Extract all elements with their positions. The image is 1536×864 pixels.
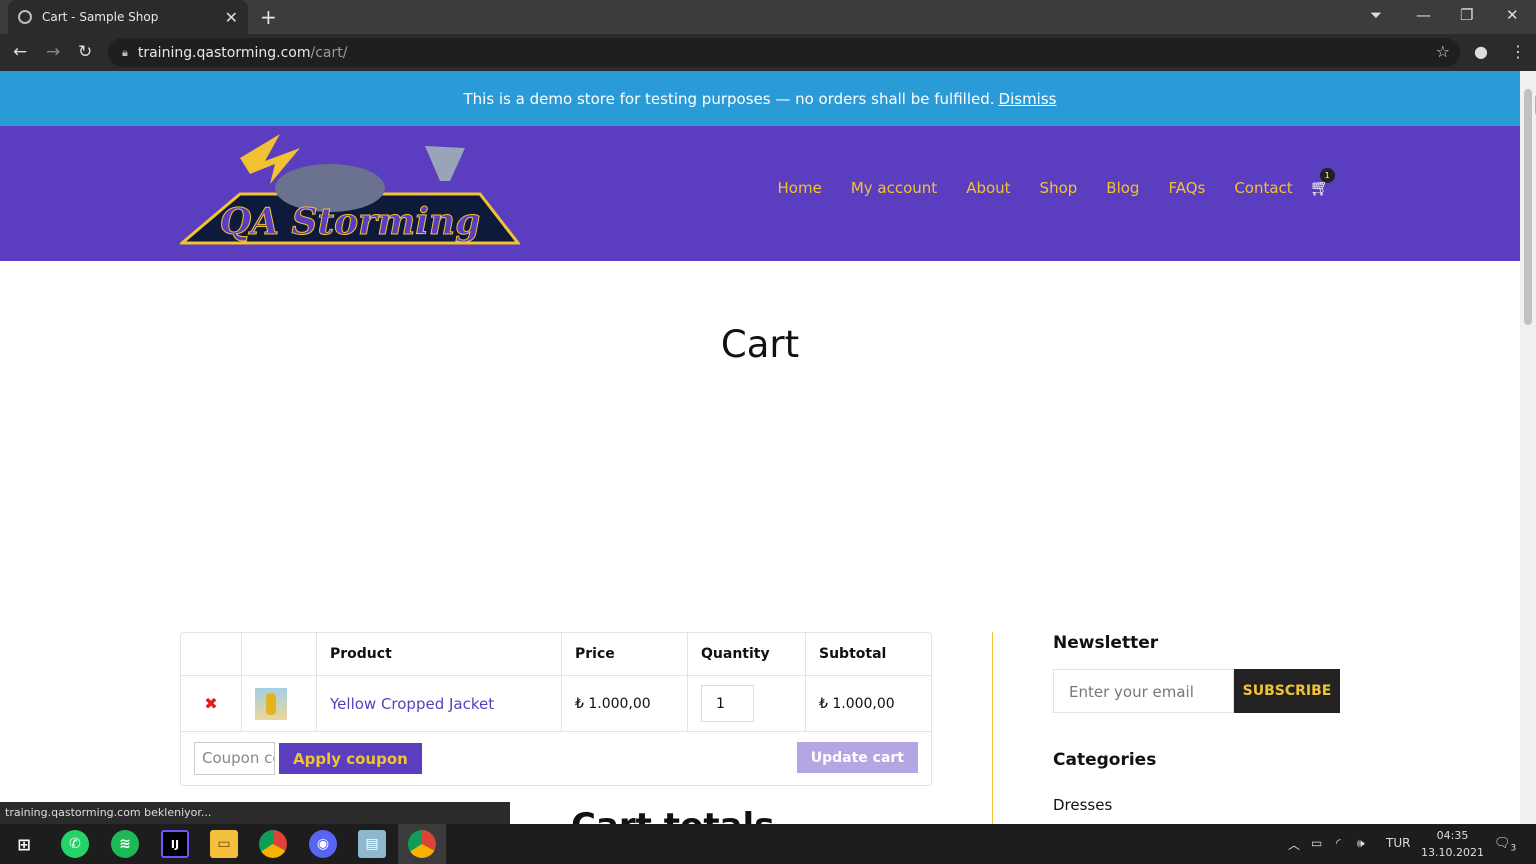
chrome-icon[interactable]: [259, 830, 287, 858]
bookmark-star-icon[interactable]: ☆: [1436, 42, 1450, 61]
categories-heading: Categories: [1053, 750, 1157, 770]
account-icon[interactable]: ●: [1474, 42, 1488, 61]
header-product: Product: [317, 633, 562, 675]
notice-text: This is a demo store for testing purpose…: [463, 89, 995, 108]
cart-table-header: Product Price Quantity Subtotal: [181, 633, 931, 676]
reload-icon[interactable]: ↻: [78, 42, 92, 62]
header-subtotal: Subtotal: [819, 646, 887, 662]
item-subtotal: ₺ 1.000,00: [819, 695, 895, 712]
windows-start-icon[interactable]: ⊞: [10, 830, 38, 858]
notification-count: 3: [1510, 843, 1517, 854]
page-viewport: This is a demo store for testing purpose…: [0, 71, 1520, 824]
forward-icon[interactable]: →: [46, 42, 60, 62]
nav-home[interactable]: Home: [778, 179, 822, 197]
update-cart-button[interactable]: Update cart: [796, 742, 918, 773]
clock-time: 04:35: [1436, 829, 1469, 842]
clock-date: 13.10.2021: [1421, 846, 1484, 859]
browser-tab-bar: Cart - Sample Shop ✕ + ⏷ — ❐ ✕: [0, 0, 1536, 34]
nav-shop[interactable]: Shop: [1040, 179, 1078, 197]
tab-title: Cart - Sample Shop: [42, 10, 159, 24]
back-icon[interactable]: ←: [13, 42, 27, 62]
nav-about[interactable]: About: [966, 179, 1010, 197]
newsletter-heading: Newsletter: [1053, 633, 1159, 653]
scrollbar-thumb[interactable]: [1524, 89, 1536, 325]
notification-center-icon[interactable]: 🗨︎3: [1494, 836, 1516, 854]
file-explorer-icon[interactable]: ▭: [210, 830, 238, 858]
nav-contact[interactable]: Contact: [1234, 179, 1292, 197]
header-price: Price: [562, 633, 688, 675]
page-title: Cart: [720, 323, 800, 366]
wifi-icon[interactable]: ◜: [1336, 836, 1341, 850]
demo-store-notice: This is a demo store for testing purpose…: [0, 71, 1520, 126]
table-row: ✖ Yellow Cropped Jacket ₺ 1.000,00 1 ₺ 1…: [181, 676, 931, 732]
cart-actions: Coupon code Apply coupon Update cart: [181, 732, 931, 785]
page-scrollbar[interactable]: [1520, 71, 1536, 824]
email-input[interactable]: Enter your email: [1053, 669, 1234, 713]
cart-table: Product Price Quantity Subtotal ✖ Yellow…: [180, 632, 932, 786]
discord-icon[interactable]: ◉: [309, 830, 337, 858]
header-quantity: Quantity: [688, 633, 806, 675]
logo-text: QA Storming: [220, 201, 481, 243]
site-header: QA Storming Home My account About Shop B…: [0, 126, 1520, 261]
restore-button[interactable]: ❐: [1460, 6, 1473, 24]
dismiss-link[interactable]: Dismiss: [999, 90, 1057, 108]
header-remove-cell: [181, 633, 242, 675]
nav-faqs[interactable]: FAQs: [1168, 179, 1205, 197]
nav-blog[interactable]: Blog: [1106, 179, 1139, 197]
header-thumbnail-cell: [242, 633, 317, 675]
sidebar-divider: [992, 632, 993, 824]
apply-coupon-button[interactable]: Apply coupon: [279, 743, 422, 774]
whatsapp-icon[interactable]: ✆: [61, 830, 89, 858]
minimize-button[interactable]: —: [1416, 6, 1431, 24]
clock[interactable]: 04:35 13.10.2021: [1421, 827, 1484, 861]
volume-icon[interactable]: 🕪︎: [1357, 836, 1365, 851]
chrome-active-icon[interactable]: [408, 830, 436, 858]
nav-my-account[interactable]: My account: [851, 179, 937, 197]
battery-icon[interactable]: ▭: [1311, 836, 1322, 850]
status-bar: training.qastorming.com bekleniyor...: [0, 802, 510, 824]
close-tab-icon[interactable]: ✕: [225, 8, 238, 27]
main-nav: Home My account About Shop Blog FAQs Con…: [778, 168, 1335, 197]
menu-kebab-icon[interactable]: ⋮: [1510, 42, 1526, 61]
address-bar-row: ← → ↻ 🔒︎ training.qastorming.com/cart/ ☆…: [0, 34, 1536, 71]
url-text: training.qastorming.com/cart/: [137, 44, 348, 61]
close-window-button[interactable]: ✕: [1506, 6, 1519, 24]
address-bar[interactable]: 🔒︎ training.qastorming.com/cart/ ☆: [108, 38, 1460, 67]
notes-app-icon[interactable]: ▤: [358, 830, 386, 858]
tray-chevron-icon[interactable]: ︿: [1288, 836, 1300, 853]
taskbar: ⊞ ✆ ≋ IJ ▭ ◉ ▤ ︿ ▭ ◜ 🕪︎ TUR 04:35 13.10.…: [0, 824, 1536, 864]
item-price: ₺ 1.000,00: [562, 676, 688, 731]
product-name-link[interactable]: Yellow Cropped Jacket: [330, 695, 494, 713]
cart-count-badge: 1: [1319, 168, 1335, 183]
new-tab-button[interactable]: +: [260, 5, 277, 29]
quantity-input[interactable]: 1: [701, 685, 754, 722]
category-link-dresses[interactable]: Dresses: [1053, 796, 1112, 814]
cart-icon[interactable]: 🛒︎ 1: [1310, 168, 1335, 197]
globe-icon: [18, 10, 32, 24]
product-thumbnail[interactable]: [255, 687, 287, 720]
browser-tab[interactable]: Cart - Sample Shop ✕: [8, 0, 248, 34]
language-indicator[interactable]: TUR: [1386, 836, 1410, 850]
profile-menu-icon[interactable]: ⏷: [1370, 6, 1382, 24]
lock-icon: 🔒︎: [122, 45, 128, 59]
remove-item-icon[interactable]: ✖: [204, 694, 217, 713]
site-logo[interactable]: QA Storming: [180, 126, 520, 251]
spotify-icon[interactable]: ≋: [111, 830, 139, 858]
cart-totals-heading: Cart totals: [571, 806, 774, 824]
intellij-icon[interactable]: IJ: [161, 830, 189, 858]
subscribe-button[interactable]: SUBSCRIBE: [1234, 669, 1340, 713]
coupon-input[interactable]: Coupon code: [194, 742, 275, 775]
